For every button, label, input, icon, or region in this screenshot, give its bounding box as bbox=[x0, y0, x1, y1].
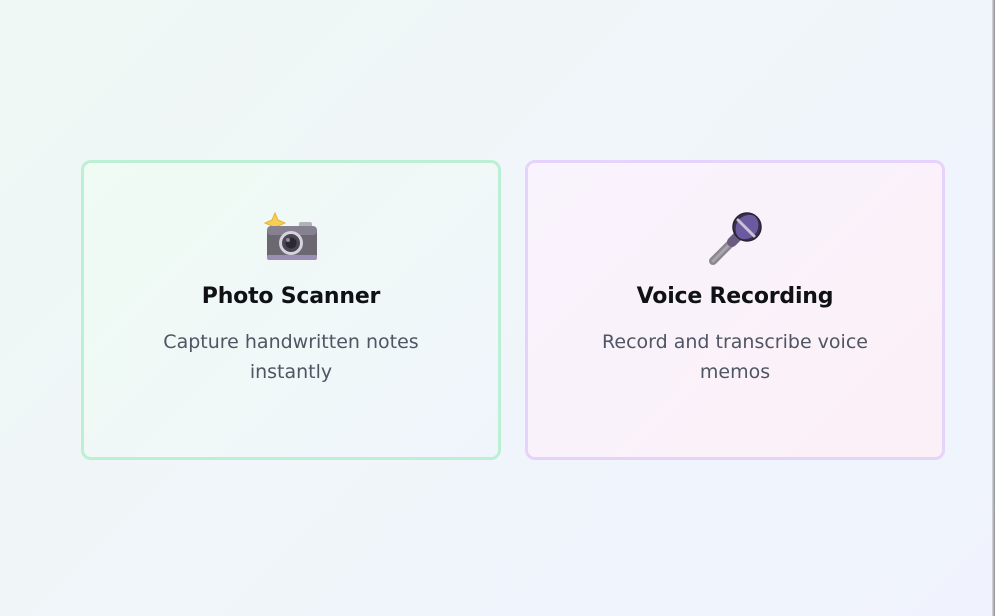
card-title: Voice Recording bbox=[636, 284, 834, 309]
card-description: Capture handwritten notes instantly bbox=[163, 331, 419, 383]
voice-recording-card[interactable]: Voice Recording Record and transcribe vo… bbox=[525, 160, 945, 460]
card-title: Photo Scanner bbox=[201, 284, 381, 309]
microphone-icon bbox=[709, 212, 762, 265]
photo-scanner-card[interactable]: Photo Scanner Capture handwritten notes … bbox=[81, 160, 501, 460]
card-description: Record and transcribe voice memos bbox=[602, 331, 868, 383]
camera-with-flash-icon bbox=[263, 211, 317, 260]
